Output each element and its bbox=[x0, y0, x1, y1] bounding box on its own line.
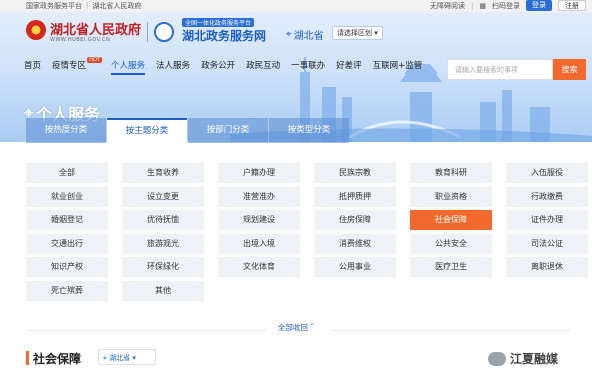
topic-item[interactable]: 职业资格 bbox=[410, 186, 492, 207]
topic-item[interactable]: 公用事业 bbox=[314, 257, 396, 277]
topic-item[interactable]: 出境入境 bbox=[218, 233, 300, 254]
main-nav: 首页 疫情专区 HOT 个人服务 法人服务 政务公开 政民互动 一事联办 好差评… bbox=[24, 57, 433, 75]
topic-item[interactable]: 准营准办 bbox=[218, 186, 300, 207]
search-button[interactable]: 搜索 bbox=[553, 59, 586, 80]
link-provincial-gov[interactable]: 湖北省人民政府 bbox=[92, 1, 141, 11]
divider bbox=[147, 22, 148, 42]
qr-login-link[interactable]: 扫码登录 bbox=[492, 1, 520, 11]
topic-item[interactable]: 行政缴费 bbox=[506, 186, 588, 207]
topic-item[interactable]: 教育科研 bbox=[410, 163, 492, 183]
topic-item[interactable]: 住房保障 bbox=[314, 210, 396, 230]
separator: | bbox=[471, 1, 474, 10]
section-location-select[interactable]: ⌖ 湖北省 ▾ bbox=[98, 349, 156, 365]
tab-by-type[interactable]: 按类型分类 bbox=[269, 118, 349, 143]
location-pin-icon: ⌖ bbox=[103, 354, 107, 362]
topic-item[interactable]: 证件办理 bbox=[506, 210, 588, 230]
tab-by-popularity[interactable]: 按热度分类 bbox=[26, 118, 106, 143]
service-logo-icon bbox=[154, 22, 174, 42]
topic-item[interactable]: 死亡殡葬 bbox=[26, 280, 108, 301]
section-location-label: 湖北省 bbox=[109, 354, 131, 362]
nav-home[interactable]: 首页 bbox=[24, 59, 41, 71]
link-national-platform[interactable]: 国家政务服务平台 bbox=[26, 1, 82, 11]
qr-icon: ▦ bbox=[479, 1, 486, 10]
section-title: 社会保障 bbox=[33, 352, 82, 366]
nav-gov-affairs[interactable]: 政务公开 bbox=[201, 59, 235, 71]
topic-item[interactable]: 就业创业 bbox=[26, 186, 108, 207]
topic-item[interactable]: 交通出行 bbox=[26, 233, 108, 254]
nav-epidemic-label: 疫情专区 bbox=[52, 61, 87, 71]
topic-item[interactable]: 婚姻登记 bbox=[26, 210, 108, 230]
tab-by-department[interactable]: 按部门分类 bbox=[188, 118, 268, 143]
topic-item[interactable]: 社会保障 bbox=[410, 210, 492, 230]
nav-legal-person[interactable]: 法人服务 bbox=[156, 59, 190, 71]
national-emblem-icon bbox=[26, 20, 46, 40]
region-select-label: 请选择区划 bbox=[337, 29, 372, 37]
service-name[interactable]: 湖北政务服务网 bbox=[182, 27, 266, 44]
topic-item[interactable]: 医疗卫生 bbox=[410, 257, 492, 277]
gov-url: WWW.HUBEI.GOV.CN bbox=[50, 37, 111, 43]
topic-item[interactable]: 抵押质押 bbox=[314, 186, 396, 207]
separator: | bbox=[86, 1, 89, 9]
topic-item[interactable]: 知识产权 bbox=[26, 257, 108, 277]
topic-item[interactable]: 入伍服役 bbox=[506, 163, 588, 183]
nav-interaction[interactable]: 政民互动 bbox=[246, 59, 280, 71]
topic-item[interactable]: 司法公证 bbox=[506, 233, 588, 254]
nav-personal-service[interactable]: 个人服务 bbox=[111, 59, 146, 75]
collapse-all-link[interactable]: 全部收回 ˆ bbox=[0, 322, 592, 333]
topic-item[interactable]: 全部 bbox=[26, 163, 108, 183]
register-button[interactable]: 注册 bbox=[558, 0, 586, 11]
location-label: ⌖ 湖北省 bbox=[286, 27, 324, 42]
category-tabs: 按热度分类 按主题分类 按部门分类 按类型分类 bbox=[26, 118, 349, 143]
top-bar: 国家政务服务平台 | 湖北省人民政府 无障碍阅读 | ▦ 扫码登录 登录 注册 bbox=[0, 0, 592, 12]
search-input[interactable]: 请输入要搜索的事项 bbox=[447, 59, 553, 80]
wechat-icon bbox=[488, 351, 506, 366]
nav-rating[interactable]: 好差评 bbox=[336, 59, 362, 71]
watermark-text: 江夏融媒 bbox=[510, 352, 559, 366]
caret-down-icon: ▾ bbox=[132, 354, 136, 362]
gov-name[interactable]: 湖北省人民政府 bbox=[50, 19, 141, 38]
location-pin-icon: ⌖ bbox=[286, 29, 292, 40]
topic-item[interactable]: 消费维权 bbox=[314, 233, 396, 254]
nav-epidemic[interactable]: 疫情专区 HOT bbox=[52, 57, 103, 71]
region-select-button[interactable]: 请选择区划 ▾ bbox=[332, 26, 383, 40]
collapse-label: 全部收回 bbox=[277, 323, 308, 332]
tab-by-topic[interactable]: 按主题分类 bbox=[107, 118, 187, 143]
caret-down-icon: ▾ bbox=[374, 29, 378, 37]
topic-item[interactable]: 民族宗教 bbox=[314, 163, 396, 183]
topic-item[interactable]: 规划建设 bbox=[218, 210, 300, 230]
topic-item[interactable]: 其他 bbox=[122, 280, 204, 301]
chevron-up-icon: ˆ bbox=[310, 323, 315, 332]
topic-item[interactable]: 离职退休 bbox=[506, 257, 588, 277]
topic-item[interactable]: 文化体育 bbox=[218, 257, 300, 277]
platform-tag: 全国一体化政务服务平台 bbox=[182, 18, 255, 27]
topic-item[interactable]: 公共安全 bbox=[410, 233, 492, 254]
watermark: 江夏融媒 bbox=[488, 350, 558, 367]
login-button[interactable]: 登录 bbox=[526, 0, 552, 11]
topic-item[interactable]: 旅游观光 bbox=[122, 233, 204, 254]
topic-item[interactable]: 环保绿化 bbox=[122, 257, 204, 277]
section-accent-bar bbox=[26, 351, 29, 365]
topic-item[interactable]: 户籍办理 bbox=[218, 163, 300, 183]
nav-one-thing[interactable]: 一事联办 bbox=[291, 59, 325, 71]
accessibility-link[interactable]: 无障碍阅读 bbox=[430, 1, 465, 11]
topic-item[interactable]: 设立变更 bbox=[122, 186, 204, 207]
hot-badge: HOT bbox=[87, 57, 103, 63]
nav-supervision[interactable]: 互联网+监管 bbox=[373, 59, 423, 71]
topic-item[interactable]: 优待抚恤 bbox=[122, 210, 204, 230]
topic-item[interactable]: 生育收养 bbox=[122, 163, 204, 183]
location-text: 湖北省 bbox=[293, 31, 324, 42]
